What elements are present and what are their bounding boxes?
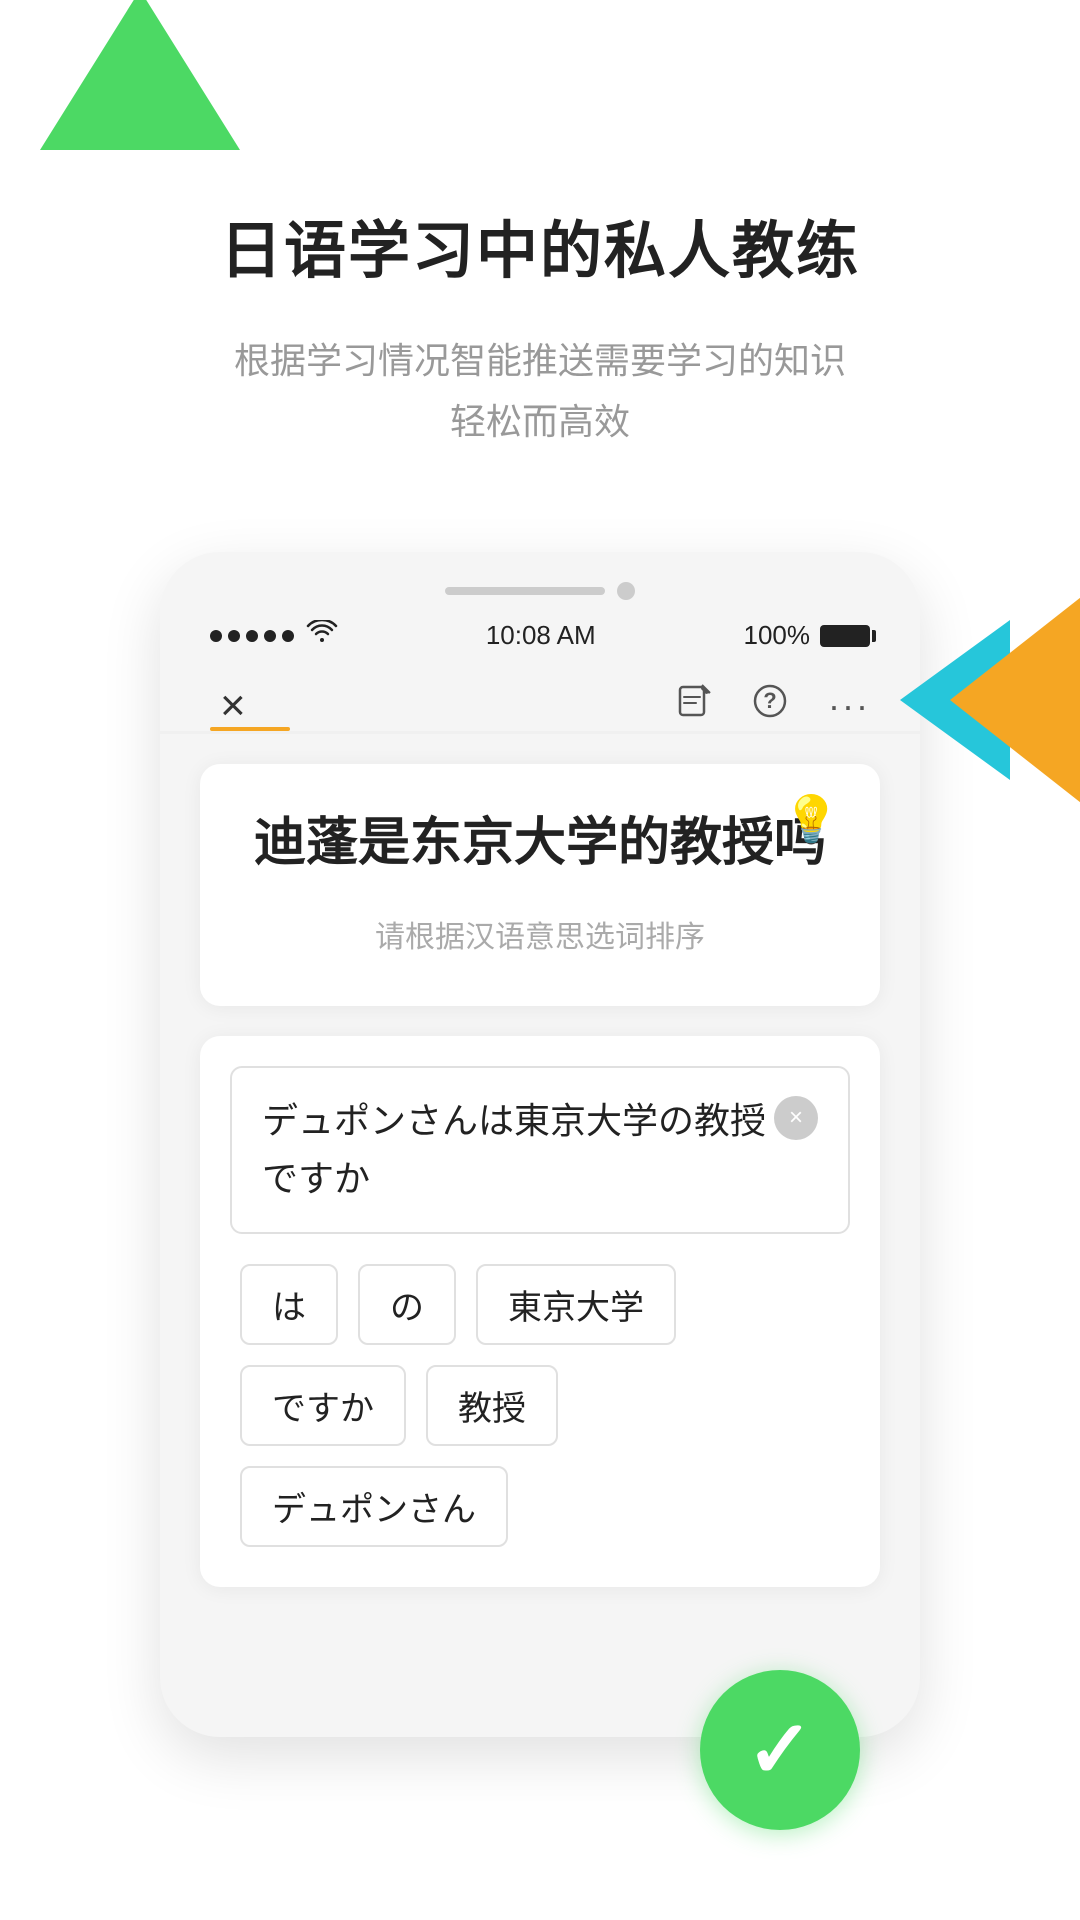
word-chip-no[interactable]: の <box>358 1264 456 1345</box>
word-chips-container: は の 東京大学 ですか 教授 デュポンさん <box>230 1264 850 1547</box>
chip-label: の <box>390 1289 424 1327</box>
chip-label: ですか <box>272 1390 374 1428</box>
chip-label: デュポンさん <box>272 1491 476 1529</box>
question-text: 迪蓬是东京大学的教授吗 <box>250 804 830 882</box>
signal-dot <box>246 630 258 642</box>
hint-bulb-icon[interactable]: 💡 <box>783 792 840 847</box>
check-button[interactable]: ✓ <box>700 1670 860 1830</box>
chip-label: は <box>272 1289 306 1327</box>
app-navbar: × ? ··· <box>160 661 920 734</box>
subtitle-line1: 根据学习情况智能推送需要学习的知识 <box>234 340 846 381</box>
status-time: 10:08 AM <box>486 620 596 651</box>
svg-text:?: ? <box>763 688 776 713</box>
help-icon[interactable]: ? <box>752 683 788 729</box>
clear-button[interactable]: × <box>774 1096 818 1140</box>
signal-dot <box>264 630 276 642</box>
subtitle-line2: 轻松而高效 <box>450 401 630 442</box>
wifi-icon <box>306 620 338 651</box>
signal-dot <box>210 630 222 642</box>
battery-icon <box>820 625 870 647</box>
header-section: 日语学习中的私人教练 根据学习情况智能推送需要学习的知识 轻松而高效 <box>0 0 1080 512</box>
chip-label: 教授 <box>458 1390 526 1428</box>
battery-percent: 100% <box>743 620 810 651</box>
word-chip-dupon[interactable]: デュポンさん <box>240 1466 508 1547</box>
chip-label: 東京大学 <box>508 1289 644 1327</box>
signal-dot <box>228 630 240 642</box>
signal-dots <box>210 630 294 642</box>
close-button[interactable]: × <box>210 681 256 731</box>
word-chip-desuka[interactable]: ですか <box>240 1365 406 1446</box>
status-bar: 10:08 AM 100% <box>160 610 920 661</box>
main-title: 日语学习中的私人教练 <box>0 200 1080 290</box>
signal-dot <box>282 630 294 642</box>
phone-mockup: 10:08 AM 100% × <box>160 552 920 1736</box>
status-left <box>210 620 338 651</box>
nav-right-icons: ? ··· <box>676 683 870 729</box>
notch-pill <box>445 587 605 595</box>
question-card: 💡 迪蓬是东京大学的教授吗 请根据汉语意思选词排序 <box>200 764 880 1006</box>
clear-icon: × <box>789 1099 803 1137</box>
notes-icon[interactable] <box>676 683 712 729</box>
status-right: 100% <box>743 620 870 651</box>
question-instruction: 请根据汉语意思选词排序 <box>250 912 830 956</box>
answer-area: デュポンさんは東京大学の教授ですか × は の 東京大学 ですか 教授 デ <box>200 1036 880 1586</box>
subtitle: 根据学习情况智能推送需要学习的知识 轻松而高效 <box>0 330 1080 452</box>
word-chip-ha[interactable]: は <box>240 1264 338 1345</box>
answer-input-box[interactable]: デュポンさんは東京大学の教授ですか × <box>230 1066 850 1233</box>
word-chip-kyoju[interactable]: 教授 <box>426 1365 558 1446</box>
answer-text: デュポンさんは東京大学の教授ですか <box>262 1092 774 1207</box>
word-chip-university[interactable]: 東京大学 <box>476 1264 676 1345</box>
notch-dot <box>617 582 635 600</box>
nav-indicator <box>210 727 290 731</box>
check-icon: ✓ <box>746 1710 813 1790</box>
phone-notch <box>160 582 920 600</box>
more-icon[interactable]: ··· <box>828 685 870 727</box>
